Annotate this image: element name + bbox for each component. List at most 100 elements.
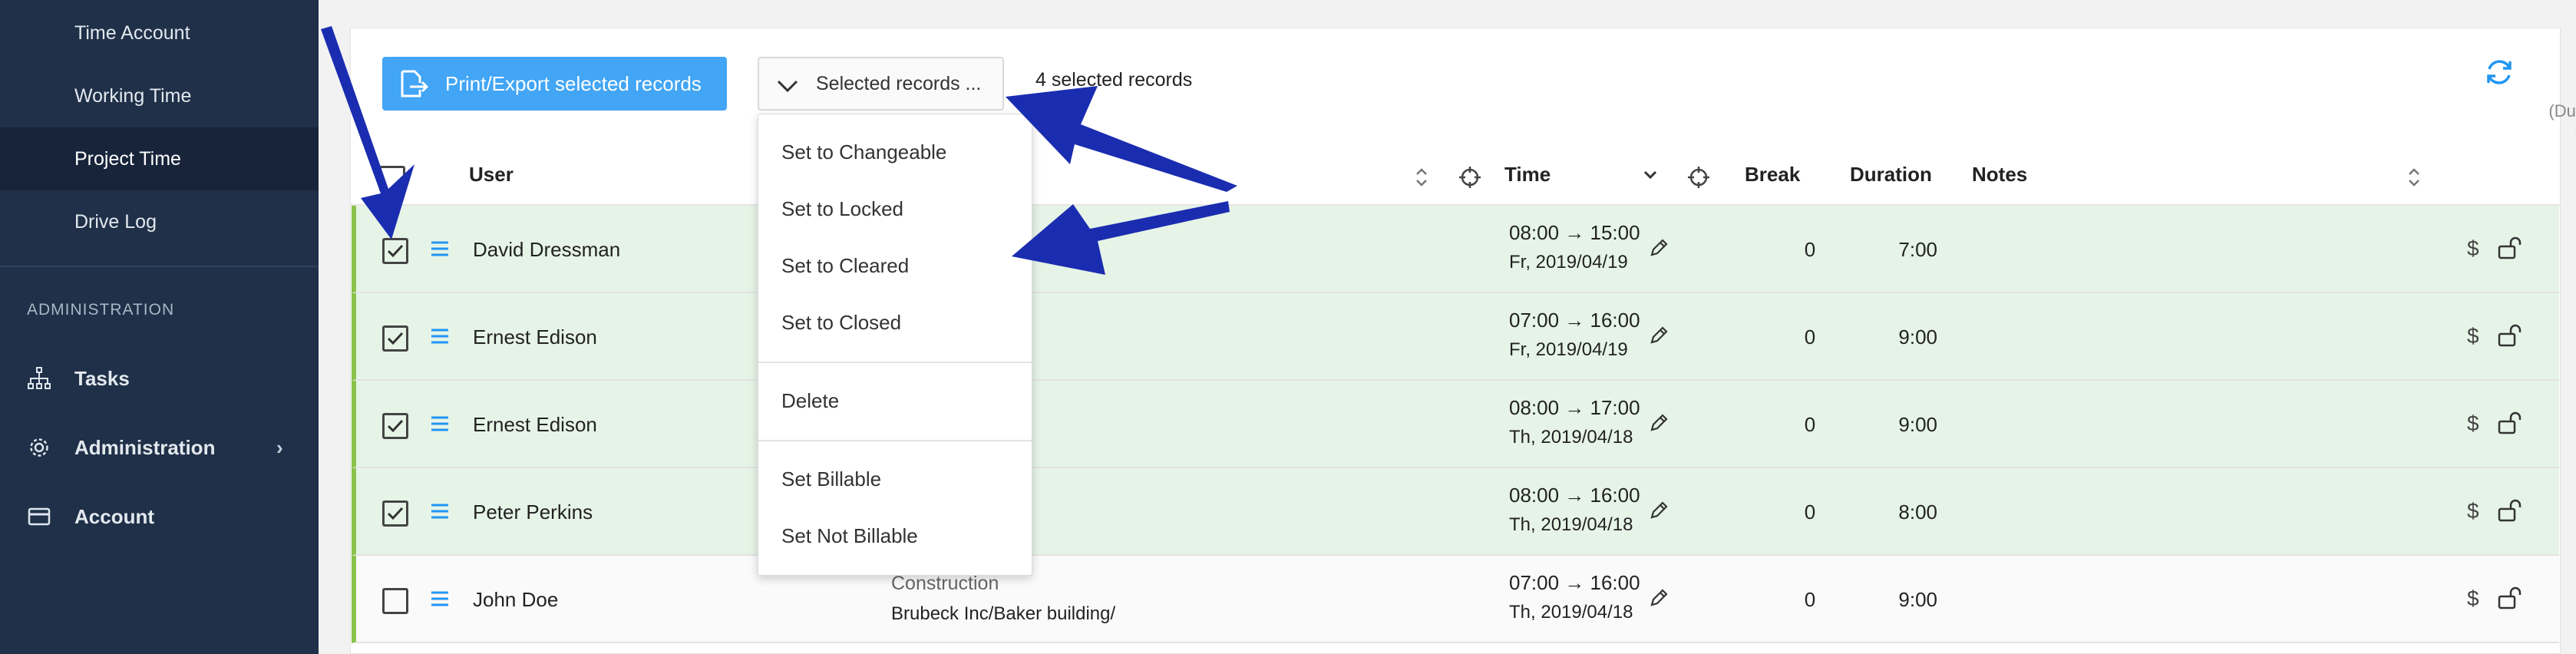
hamburger-menu-icon[interactable] (430, 590, 450, 612)
dollar-icon[interactable]: $ (2467, 586, 2479, 611)
dollar-icon[interactable]: $ (2467, 324, 2479, 348)
print-export-button[interactable]: Print/Export selected records (382, 57, 727, 111)
unlock-icon[interactable] (2498, 236, 2524, 263)
row-duration: 8:00 (1898, 500, 1937, 524)
pencil-icon[interactable] (1647, 324, 1670, 351)
row-date: Th, 2019/04/18 (1509, 427, 1633, 448)
chevron-down-icon (776, 77, 799, 99)
checkmark-icon (387, 419, 404, 433)
dollar-icon[interactable]: $ (2467, 236, 2479, 261)
crosshair-icon[interactable] (1458, 166, 1481, 193)
row-duration: 9:00 (1898, 413, 1937, 436)
sidebar-item-working-time[interactable]: Working Time (0, 64, 319, 127)
pencil-icon[interactable] (1647, 236, 1670, 263)
selected-records-label: Selected records ... (816, 72, 982, 94)
table-row[interactable]: Peter Perkinsr building/08:00 → 16:00Th,… (352, 468, 2559, 556)
row-break: 0 (1804, 325, 1816, 348)
menu-item-delete[interactable]: Delete (781, 389, 839, 413)
select-all-checkbox[interactable] (379, 166, 405, 192)
checkmark-icon (387, 332, 404, 345)
sidebar-item-administration[interactable]: Administration › (0, 416, 319, 479)
row-time-range: 08:00 → 17:00 (1509, 396, 1640, 419)
hamburger-menu-icon[interactable] (430, 415, 450, 437)
pencil-icon[interactable] (1647, 411, 1670, 438)
row-checkbox[interactable] (382, 500, 408, 527)
sidebar-item-label: Time Account (74, 21, 190, 44)
gear-icon (26, 434, 52, 461)
column-header-time[interactable]: Time (1504, 163, 1551, 187)
sidebar-item-time-account[interactable]: Time Account (0, 2, 319, 64)
menu-item-set-cleared[interactable]: Set to Cleared (781, 254, 909, 278)
dollar-icon[interactable]: $ (2467, 499, 2479, 524)
checkmark-icon (387, 244, 404, 258)
sidebar-item-tasks[interactable]: Tasks (0, 347, 319, 410)
table-row[interactable]: Ernest Edisonr building/07:00 → 16:00Fr,… (352, 293, 2559, 381)
row-duration: 9:00 (1898, 325, 1937, 348)
sidebar: Time Account Working Time Project Time D… (0, 0, 319, 654)
sidebar-item-label: Project Time (74, 147, 181, 170)
row-time-range: 08:00 → 16:00 (1509, 484, 1640, 507)
menu-item-set-locked[interactable]: Set to Locked (781, 197, 903, 221)
column-header-user[interactable]: User (469, 163, 514, 187)
menu-divider (758, 440, 1032, 441)
row-break: 0 (1804, 413, 1816, 436)
selected-count: 4 selected records (1035, 69, 1193, 91)
menu-item-set-not-billable[interactable]: Set Not Billable (781, 524, 918, 548)
row-date: Fr, 2019/04/19 (1509, 339, 1628, 360)
sort-icon[interactable] (1415, 166, 1428, 193)
chevron-right-icon: › (276, 435, 283, 459)
dollar-icon[interactable]: $ (2467, 411, 2479, 436)
pencil-icon[interactable] (1647, 586, 1670, 613)
unlock-icon[interactable] (2498, 586, 2524, 613)
sitemap-icon (26, 365, 52, 391)
row-duration: 7:00 (1898, 238, 1937, 261)
table-row[interactable]: John Doe Construction Brubeck Inc/Baker bu… (352, 556, 2559, 643)
table-row[interactable]: David Dressmanbuilding/08:00 → 15:00Fr, … (352, 206, 2559, 293)
menu-divider (758, 362, 1032, 363)
row-project-path: Brubeck Inc/Baker building/ (891, 603, 1116, 624)
hamburger-menu-icon[interactable] (430, 502, 450, 524)
selected-records-dropdown[interactable]: Selected records ... (758, 57, 1004, 111)
refresh-icon[interactable] (2484, 57, 2515, 91)
row-checkbox[interactable] (382, 588, 408, 614)
row-user: John Doe (473, 588, 559, 611)
checkmark-icon (387, 507, 404, 520)
sidebar-item-label: Administration (74, 435, 216, 459)
sidebar-section-label: ADMINISTRATION (27, 301, 175, 319)
menu-item-set-changeable[interactable]: Set to Changeable (781, 140, 946, 164)
sidebar-item-label: Working Time (74, 84, 192, 107)
credit-card-icon (26, 504, 52, 530)
column-header-duration[interactable]: Duration (1850, 163, 1932, 187)
row-user: Peter Perkins (473, 500, 593, 524)
selected-records-menu: Set to Changeable Set to Locked Set to C… (758, 114, 1032, 576)
row-user: Ernest Edison (473, 413, 597, 436)
column-header-notes[interactable]: Notes (1972, 163, 2027, 187)
row-checkbox[interactable] (382, 238, 408, 264)
unlock-icon[interactable] (2498, 499, 2524, 526)
menu-item-set-billable[interactable]: Set Billable (781, 467, 881, 491)
row-checkbox[interactable] (382, 325, 408, 352)
unlock-icon[interactable] (2498, 411, 2524, 438)
table-row[interactable]: Ernest Edisonr building/08:00 → 17:00Th,… (352, 381, 2559, 468)
pencil-icon[interactable] (1647, 499, 1670, 526)
hamburger-menu-icon[interactable] (430, 327, 450, 349)
sidebar-item-drive-log[interactable]: Drive Log (0, 190, 319, 253)
row-user: David Dressman (473, 238, 621, 261)
row-duration: 9:00 (1898, 588, 1937, 611)
row-break: 0 (1804, 238, 1816, 261)
row-checkbox[interactable] (382, 413, 408, 439)
selected-duration: (Duration: 33:00) (2548, 101, 2576, 140)
sidebar-item-label: Tasks (74, 366, 130, 390)
unlock-icon[interactable] (2498, 324, 2524, 351)
hamburger-menu-icon[interactable] (430, 239, 450, 262)
chevron-down-icon[interactable] (1643, 169, 1658, 185)
column-header-break[interactable]: Break (1745, 163, 1800, 187)
row-date: Th, 2019/04/18 (1509, 602, 1633, 623)
sort-icon[interactable] (2407, 166, 2421, 193)
sidebar-item-account[interactable]: Account (0, 485, 319, 548)
sidebar-item-label: Account (74, 504, 154, 528)
menu-item-set-closed[interactable]: Set to Closed (781, 311, 901, 335)
sidebar-item-project-time[interactable]: Project Time (0, 127, 319, 190)
crosshair-icon[interactable] (1687, 166, 1710, 193)
selection-summary: 4 selected records (Duration: 33:00) (1035, 69, 2576, 140)
